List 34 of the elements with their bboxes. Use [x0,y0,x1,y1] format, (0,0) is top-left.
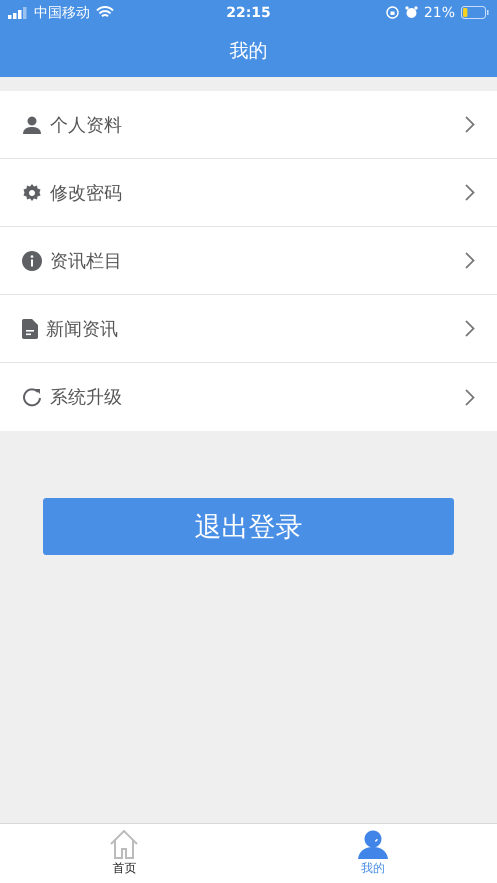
tab-item[interactable]: 首页 [0,824,248,883]
menu-item[interactable]: 资讯栏目 [0,227,497,295]
menu-item[interactable]: 个人资料 [0,91,497,159]
alarm-icon [404,6,418,19]
chevron-right-icon [465,252,475,269]
menu-label: 个人资料 [50,114,123,136]
rotation-lock-icon [386,6,399,19]
menu-item[interactable]: 修改密码 [0,159,497,227]
settings-icon [22,182,42,202]
person-icon [22,116,42,134]
chevron-right-icon [465,320,475,337]
tab-label: 我的 [360,860,385,877]
chevron-right-icon [465,388,475,406]
person-icon [358,830,388,859]
chevron-right-icon [465,184,475,201]
menu-label: 系统升级 [50,386,123,409]
menu-item[interactable]: 系统升级 [0,363,497,431]
chevron-right-icon [465,116,475,133]
menu-label: 资讯栏目 [50,250,123,272]
carrier-name: 中国移动 [34,4,90,22]
signal-icon [8,6,28,18]
home-icon [109,830,140,859]
wifi-icon [96,6,114,19]
menu-label: 修改密码 [50,182,123,204]
info-icon [22,250,42,270]
menu-label: 新闻资讯 [46,318,119,340]
document-icon [22,318,38,338]
battery-percentage: 21% [424,4,456,20]
menu-item[interactable]: 新闻资讯 [0,295,497,363]
refresh-icon [22,387,42,407]
tab-label: 首页 [112,860,136,877]
battery-icon [461,6,490,19]
page-title: 我的 [228,39,268,64]
clock-time: 22:15 [226,4,271,20]
